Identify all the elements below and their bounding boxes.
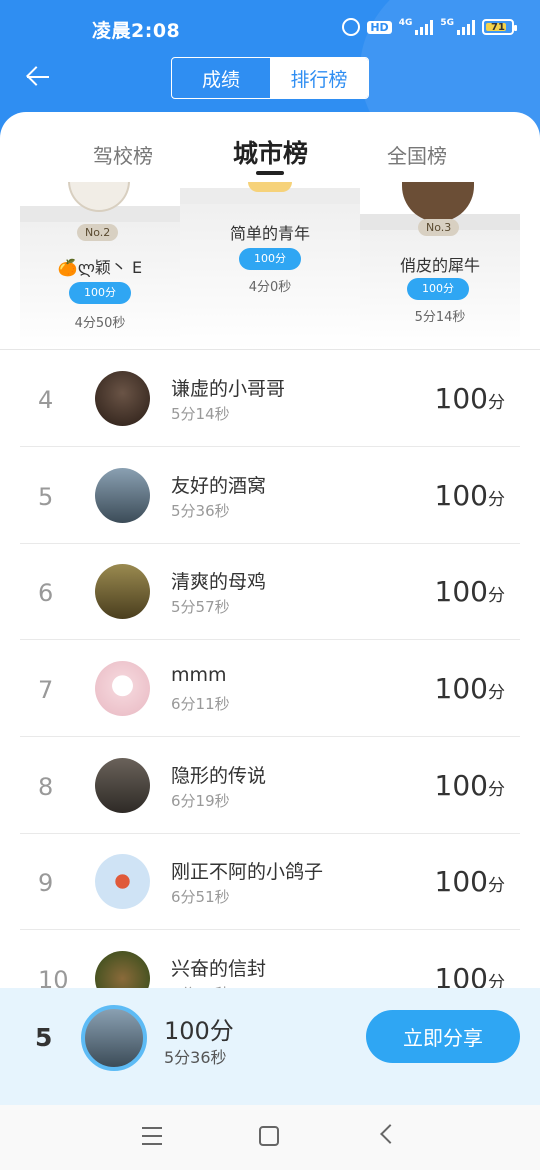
- tab-national[interactable]: 全国榜: [387, 140, 447, 169]
- my-rank-bar: 5 100分 5分36秒 立即分享: [0, 988, 540, 1105]
- podium-name: 简单的青年: [229, 224, 310, 243]
- score: 100分: [434, 672, 505, 705]
- hd-badge: HD: [367, 20, 392, 34]
- elapsed-time: 5分14秒: [171, 405, 230, 423]
- segment-score[interactable]: 成绩: [172, 58, 270, 98]
- avatar: [95, 468, 150, 523]
- podium-first[interactable]: 简单的青年 100分 4分0秒: [180, 182, 360, 350]
- segment-ranking[interactable]: 排行榜: [270, 58, 368, 98]
- podium-score-badge: 100分: [407, 278, 469, 300]
- rank-number: 9: [38, 869, 54, 897]
- my-time: 5分36秒: [164, 1048, 227, 1067]
- status-time: 凌晨2:08: [92, 20, 181, 42]
- elapsed-time: 6分11秒: [171, 695, 230, 713]
- list-item[interactable]: 8 隐形的传说 6分19秒 100分: [0, 737, 540, 834]
- podium-second[interactable]: No.2 🍊ლ颖丶 E 100分 4分50秒: [20, 182, 180, 350]
- list-item[interactable]: 5 友好的酒窝 5分36秒 100分: [0, 447, 540, 544]
- menu-icon[interactable]: [142, 1127, 162, 1145]
- avatar: [95, 854, 150, 909]
- back-icon[interactable]: [380, 1124, 400, 1144]
- avatar: [95, 758, 150, 813]
- user-name: 清爽的母鸡: [171, 571, 267, 593]
- podium-time: 4分50秒: [74, 316, 126, 331]
- alarm-icon: [342, 18, 361, 36]
- score: 100分: [434, 575, 505, 608]
- rank-number: 7: [38, 676, 54, 704]
- user-name: mmm: [171, 664, 227, 686]
- user-name: 友好的酒窝: [171, 475, 267, 497]
- avatar: [95, 371, 150, 426]
- signal-icon-2: [457, 19, 475, 35]
- list-item[interactable]: 4 谦虚的小哥哥 5分14秒 100分: [0, 350, 540, 447]
- podium: No.2 🍊ლ颖丶 E 100分 4分50秒 简单的青年 100分 4分0秒 N…: [0, 182, 540, 350]
- avatar: [95, 564, 150, 619]
- podium-score-badge: 100分: [239, 248, 301, 270]
- network-4g-label: 4G: [398, 18, 413, 28]
- battery-level: 71: [491, 21, 505, 33]
- status-bar: 凌晨2:08 HD 4G 5G 71: [0, 0, 540, 56]
- podium-name: 🍊ლ颖丶 E: [57, 258, 143, 277]
- share-button[interactable]: 立即分享: [366, 1010, 520, 1063]
- user-name: 谦虚的小哥哥: [171, 378, 286, 400]
- network-5g-label: 5G: [440, 18, 454, 28]
- score: 100分: [434, 382, 505, 415]
- ranking-tabs: 驾校榜 城市榜 全国榜: [0, 134, 540, 184]
- tab-city[interactable]: 城市榜: [233, 134, 308, 170]
- score: 100分: [434, 769, 505, 802]
- back-arrow-icon[interactable]: [24, 62, 54, 92]
- user-name: 隐形的传说: [171, 765, 267, 787]
- score: 100分: [434, 479, 505, 512]
- home-icon[interactable]: [259, 1126, 279, 1146]
- elapsed-time: 5分57秒: [171, 598, 230, 616]
- system-nav-bar: [0, 1105, 540, 1170]
- rank-number: 6: [38, 579, 54, 607]
- elapsed-time: 5分36秒: [171, 502, 230, 520]
- signal-icon: [415, 19, 434, 35]
- tab-school[interactable]: 驾校榜: [93, 140, 153, 169]
- user-name: 刚正不阿的小鸽子: [171, 861, 324, 883]
- podium-third[interactable]: No.3 俏皮的犀牛 100分 5分14秒: [360, 182, 520, 350]
- rank-badge-3: No.3: [418, 219, 460, 236]
- avatar: [81, 1005, 147, 1071]
- rank-number: 4: [38, 386, 54, 414]
- podium-time: 4分0秒: [248, 280, 292, 295]
- rank-badge-2: No.2: [77, 224, 119, 241]
- tab-indicator: [256, 171, 284, 175]
- list-item[interactable]: 7 mmm 6分11秒 100分: [0, 640, 540, 737]
- elapsed-time: 6分19秒: [171, 792, 230, 810]
- podium-score-badge: 100分: [69, 282, 131, 304]
- rank-number: 5: [38, 483, 54, 511]
- my-rank-number: 5: [35, 1023, 53, 1052]
- score: 100分: [434, 865, 505, 898]
- list-item[interactable]: 6 清爽的母鸡 5分57秒 100分: [0, 543, 540, 640]
- podium-time: 5分14秒: [414, 310, 466, 325]
- segment-control: 成绩 排行榜: [171, 57, 369, 99]
- elapsed-time: 6分51秒: [171, 888, 230, 906]
- status-icons: HD 4G 5G 71: [342, 18, 517, 36]
- list-item[interactable]: 9 刚正不阿的小鸽子 6分51秒 100分: [0, 833, 540, 930]
- battery-icon: 71: [482, 19, 517, 35]
- my-score: 100分: [164, 1017, 234, 1045]
- avatar: [95, 661, 150, 716]
- gold-medal-icon: [248, 182, 292, 192]
- user-name: 兴奋的信封: [171, 958, 267, 980]
- podium-name: 俏皮的犀牛: [399, 256, 480, 275]
- rank-number: 8: [38, 773, 54, 801]
